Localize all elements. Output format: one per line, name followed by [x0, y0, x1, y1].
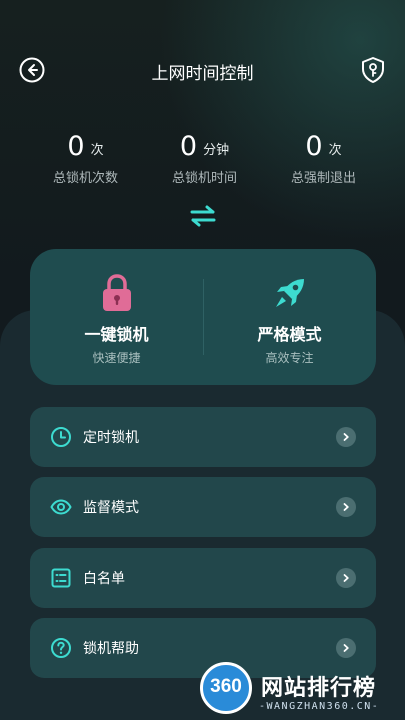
- shield-button[interactable]: [359, 55, 387, 85]
- help-icon: [51, 638, 71, 658]
- list-item-whitelist[interactable]: 白名单: [30, 548, 376, 608]
- rocket-icon: [275, 279, 304, 307]
- stat-unit: 分钟: [203, 143, 230, 158]
- stat-value: 0: [305, 131, 323, 162]
- chevron-right-icon: [336, 497, 356, 517]
- mode-title: 严格模式: [257, 325, 322, 344]
- list-item-label: 监督模式: [83, 500, 139, 516]
- chevron-right-icon: [336, 638, 356, 658]
- list-item-label: 锁机帮助: [83, 641, 139, 657]
- mode-title: 一键锁机: [84, 325, 149, 344]
- list-item-label: 定时锁机: [83, 430, 139, 446]
- shield-key-icon: [362, 57, 384, 83]
- stat-value: 0: [179, 131, 198, 162]
- stat-lock-time: 0 分钟 总锁机时间: [137, 128, 272, 187]
- lock-icon: [102, 274, 131, 311]
- stat-label: 总锁机时间: [171, 171, 237, 186]
- watermark: 360 网站排行榜 -WANGZHAN360.CN-: [195, 660, 405, 720]
- strict-mode-button[interactable]: 严格模式 高效专注: [203, 273, 376, 366]
- mode-subtitle: 高效专注: [265, 351, 314, 365]
- watermark-number: 360: [210, 676, 242, 697]
- stat-value: 0: [67, 131, 85, 162]
- mode-card: 一键锁机 快速便捷 严格模式 高效专注: [30, 249, 376, 385]
- list-item-supervision-mode[interactable]: 监督模式: [30, 477, 376, 537]
- list-icon: [51, 568, 71, 588]
- one-key-lock-button[interactable]: 一键锁机 快速便捷: [30, 273, 203, 366]
- stat-unit: 次: [90, 143, 104, 158]
- chevron-right-icon: [336, 427, 356, 447]
- clock-icon: [51, 427, 71, 447]
- swap-icon[interactable]: [189, 204, 217, 228]
- stats-row: 0 次 总锁机次数 0 分钟 总锁机时间 0 次 总强制退出: [0, 128, 405, 188]
- watermark-subtext: -WANGZHAN360.CN-: [259, 701, 380, 712]
- stat-force-exit: 0 次 总强制退出: [256, 128, 391, 187]
- page-title: 上网时间控制: [151, 64, 254, 84]
- header: 上网时间控制: [0, 50, 405, 90]
- eye-icon: [50, 499, 72, 515]
- list-item-label: 白名单: [83, 571, 125, 587]
- chevron-right-icon: [336, 568, 356, 588]
- stat-label: 总锁机次数: [52, 171, 118, 186]
- mode-subtitle: 快速便捷: [92, 351, 141, 365]
- stat-label: 总强制退出: [290, 171, 356, 186]
- list-item-timed-lock[interactable]: 定时锁机: [30, 407, 376, 467]
- stat-unit: 次: [328, 143, 342, 158]
- watermark-text: 网站排行榜: [261, 676, 377, 701]
- stat-lock-count: 0 次 总锁机次数: [18, 128, 153, 187]
